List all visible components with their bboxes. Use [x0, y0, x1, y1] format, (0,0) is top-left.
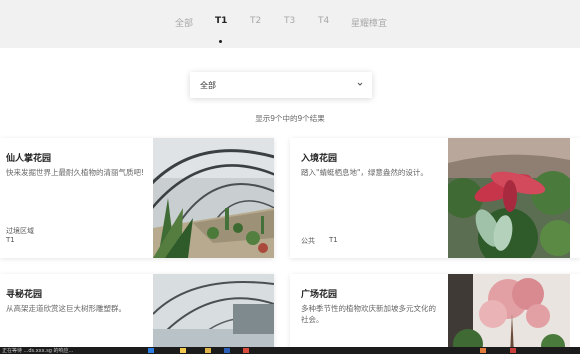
card-image [448, 274, 570, 354]
tab-t1[interactable]: T1 [215, 16, 227, 26]
results-count: 显示9个中的9个结果 [255, 114, 325, 123]
garden-card[interactable]: 仙人掌花园 快来发掘世界上最耐久植物的清丽气质吧! 过境区域 T1 [0, 138, 274, 258]
tab-t2[interactable]: T2 [250, 16, 261, 26]
card-area-label: 公共 [301, 237, 315, 245]
card-description: 快来发掘世界上最耐久植物的清丽气质吧! [6, 168, 145, 177]
app-icon[interactable] [480, 348, 486, 353]
active-tab-indicator [219, 40, 222, 43]
card-description: 踏入"蜻蜓栖息地"，绿意盎然的设计。 [301, 168, 428, 177]
app-icon[interactable] [510, 348, 516, 353]
file-explorer-icon[interactable] [180, 348, 186, 353]
edge-icon[interactable] [148, 348, 154, 353]
card-terminal: T1 [6, 236, 15, 244]
area-filter-select[interactable]: 全部 [190, 72, 372, 98]
terminal-tabs: 全部 T1 T2 T3 T4 星耀樟宜 [0, 0, 580, 48]
garden-card[interactable]: 入境花园 踏入"蜻蜓栖息地"，绿意盎然的设计。 公共 T1 [290, 138, 580, 258]
tab-all[interactable]: 全部 [175, 16, 193, 29]
tab-jewel[interactable]: 星耀樟宜 [351, 16, 387, 29]
card-title: 入境花园 [301, 154, 338, 164]
card-image [153, 274, 274, 354]
garden-card[interactable]: 广场花园 多种季节性的植物欢庆新加坡多元文化的社会。 [290, 274, 580, 354]
tab-t3[interactable]: T3 [284, 16, 295, 26]
filter-selected-value: 全部 [200, 81, 216, 90]
card-image [153, 138, 274, 258]
card-terminal: T1 [329, 236, 338, 244]
card-image [448, 138, 570, 258]
folder-icon[interactable] [205, 348, 211, 353]
card-title: 寻秘花园 [6, 290, 43, 300]
garden-card[interactable]: 寻秘花园 从高架走道欣赏这巨大树形雕塑群。 [0, 274, 274, 354]
card-title: 仙人掌花园 [6, 154, 52, 164]
status-text: 正在等待 ...ds.xxx.sg 的响应... [2, 348, 74, 354]
card-area-label: 过境区域 [6, 227, 34, 235]
tab-t4[interactable]: T4 [318, 16, 329, 26]
os-taskbar: 正在等待 ...ds.xxx.sg 的响应... [0, 347, 580, 354]
chrome-icon[interactable] [243, 348, 249, 353]
card-title: 广场花园 [301, 290, 338, 300]
chevron-down-icon [357, 82, 363, 86]
card-description: 多种季节性的植物欢庆新加坡多元文化的社会。 [301, 304, 436, 324]
word-icon[interactable] [224, 348, 230, 353]
card-description: 从高架走道欣赏这巨大树形雕塑群。 [6, 304, 126, 313]
